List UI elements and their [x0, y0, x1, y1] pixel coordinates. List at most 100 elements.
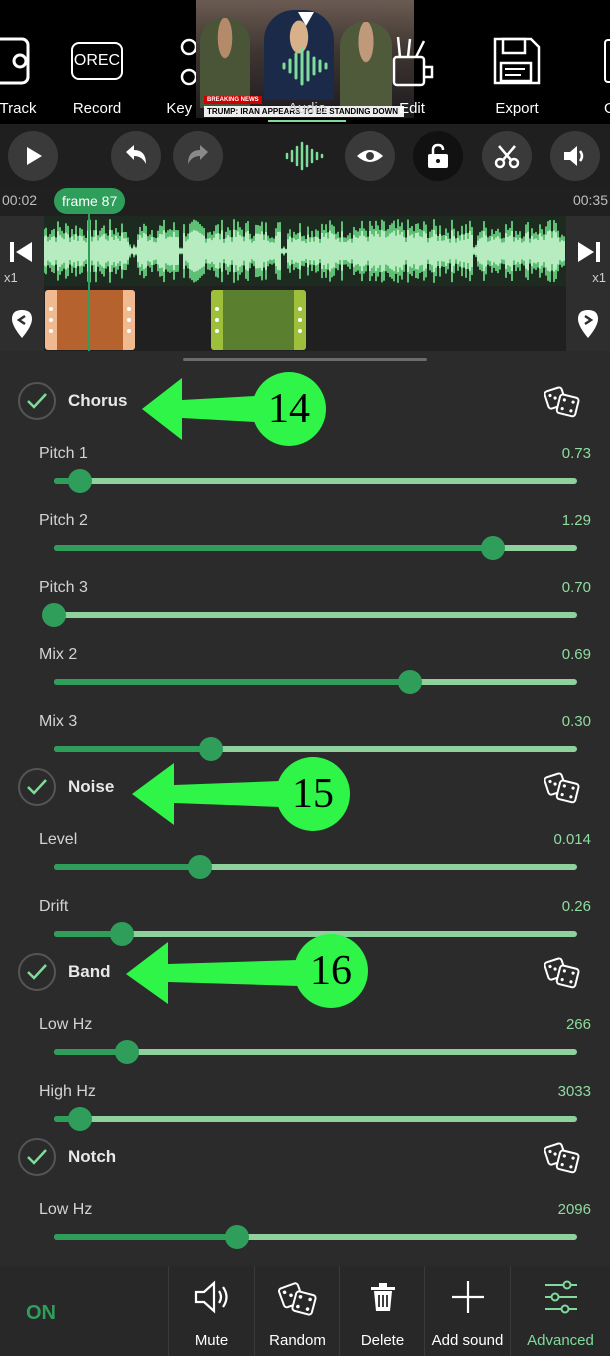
slider-knob[interactable]	[68, 1107, 93, 1131]
undo-button[interactable]	[111, 131, 161, 181]
slider-knob[interactable]	[397, 670, 422, 694]
speaker-icon	[564, 146, 584, 166]
breaking-news-label: BREAKING NEWS	[204, 96, 262, 104]
cut-button[interactable]	[482, 131, 532, 181]
chorus-slider[interactable]	[54, 670, 577, 694]
speaker-mute-icon	[169, 1266, 254, 1328]
noise-enable-checkbox[interactable]	[18, 768, 56, 806]
audio-clip-green[interactable]	[211, 290, 306, 350]
record-icon-text: OREC	[71, 42, 123, 80]
dice-icon	[543, 957, 580, 995]
noise-slider[interactable]	[54, 855, 577, 879]
checkmark-icon	[26, 392, 48, 410]
param-value: 0.70	[561, 579, 591, 596]
band-slider[interactable]	[54, 1107, 577, 1131]
noise-randomize-button[interactable]	[543, 768, 580, 804]
checkmark-icon	[26, 963, 48, 981]
skip-to-start-icon[interactable]	[8, 240, 36, 264]
waveform-button[interactable]	[280, 131, 330, 181]
slider-knob[interactable]	[68, 469, 93, 493]
left-speed-label[interactable]: x1	[4, 270, 18, 285]
param-label: Level	[39, 831, 78, 848]
redo-button[interactable]	[173, 131, 223, 181]
audio-waveform-graphic	[44, 219, 565, 283]
panel-drag-handle[interactable]	[183, 358, 427, 361]
right-marker-pin-icon[interactable]	[576, 308, 600, 340]
play-button[interactable]	[8, 131, 58, 181]
band-enable-checkbox[interactable]	[18, 953, 56, 991]
slider-knob[interactable]	[225, 1225, 250, 1249]
frame-badge: frame 87	[54, 188, 126, 214]
floppy-disk-icon	[472, 30, 562, 92]
band-randomize-button[interactable]	[543, 953, 580, 989]
mute-label: Mute	[194, 1332, 229, 1349]
toolbar-audio-button[interactable]: Audio	[262, 30, 352, 117]
clip-handle-right-icon[interactable]	[127, 306, 131, 334]
slider-fill	[54, 679, 410, 685]
clip-handle-left-icon[interactable]	[215, 306, 219, 334]
param-label: Low Hz	[39, 1016, 93, 1033]
slider-fill	[54, 545, 494, 551]
param-label: Pitch 2	[39, 512, 88, 529]
slider-knob[interactable]	[188, 855, 213, 879]
timeline-end-time: 00:35	[572, 192, 608, 208]
left-marker-pin-icon[interactable]	[10, 308, 34, 340]
volume-button[interactable]	[550, 131, 600, 181]
slider-knob[interactable]	[481, 536, 506, 560]
delete-button[interactable]: Delete	[339, 1266, 425, 1356]
notch-randomize-button[interactable]	[543, 1138, 580, 1174]
section-title: Notch	[68, 1147, 117, 1166]
param-label: Pitch 3	[39, 579, 88, 596]
chorus-slider[interactable]	[42, 603, 577, 627]
visibility-button[interactable]	[345, 131, 395, 181]
clip-handle-left-icon[interactable]	[49, 306, 53, 334]
clip-handle-right-icon[interactable]	[298, 306, 302, 334]
toolbar-export-button[interactable]: Export	[472, 30, 562, 117]
section-header-band: Band	[18, 953, 111, 991]
chorus-slider[interactable]	[54, 469, 577, 493]
chorus-slider[interactable]	[54, 536, 577, 560]
video-position-marker	[298, 12, 314, 26]
random-button[interactable]: Random	[254, 1266, 340, 1356]
slider-knob[interactable]	[115, 1040, 140, 1064]
edit-tools-icon	[367, 30, 457, 92]
mute-button[interactable]: Mute	[168, 1266, 254, 1356]
lock-button[interactable]	[413, 131, 463, 181]
section-header-notch: Notch	[18, 1138, 116, 1176]
audio-waveform[interactable]	[44, 216, 566, 286]
param-value: 1.29	[561, 512, 591, 529]
notch-slider[interactable]	[54, 1225, 577, 1249]
param-label: Mix 3	[39, 713, 78, 730]
notch-enable-checkbox[interactable]	[18, 1138, 56, 1176]
advanced-button[interactable]: Advanced	[510, 1266, 610, 1356]
chorus-slider[interactable]	[54, 737, 577, 761]
scissors-icon	[494, 145, 520, 169]
timeline[interactable]: 00:02 00:35 x1 x1 frame 87	[0, 186, 610, 351]
play-icon	[27, 147, 42, 165]
timeline-start-time: 00:02	[2, 192, 38, 208]
skip-to-end-icon[interactable]	[574, 240, 602, 264]
waveform-icon	[285, 141, 324, 171]
effect-status-label[interactable]: ON	[26, 1302, 56, 1325]
arrow-left-icon	[142, 378, 256, 440]
param-value: 0.73	[561, 445, 591, 462]
chorus-enable-checkbox[interactable]	[18, 382, 56, 420]
toolbar-export-label: Export	[495, 100, 539, 117]
toolbar-edit-button[interactable]: Edit	[367, 30, 457, 117]
playhead[interactable]	[88, 194, 90, 351]
audio-clip-orange[interactable]	[45, 290, 135, 350]
right-speed-label[interactable]: x1	[592, 270, 606, 285]
band-slider[interactable]	[54, 1040, 577, 1064]
lock-icon	[428, 143, 448, 168]
slider-fill	[54, 1234, 238, 1240]
toolbar-record-button[interactable]: OREC Record	[52, 30, 142, 117]
random-label: Random	[269, 1332, 326, 1349]
slider-knob[interactable]	[42, 603, 66, 627]
timeline-left-controls: x1	[0, 216, 44, 351]
toolbar-more-label: G	[604, 100, 610, 117]
toolbar-more-button[interactable]: G	[572, 30, 610, 117]
add-sound-button[interactable]: Add sound	[424, 1266, 510, 1356]
chorus-randomize-button[interactable]	[543, 382, 580, 418]
slider-fill	[54, 746, 211, 752]
section-title: Band	[68, 962, 111, 981]
